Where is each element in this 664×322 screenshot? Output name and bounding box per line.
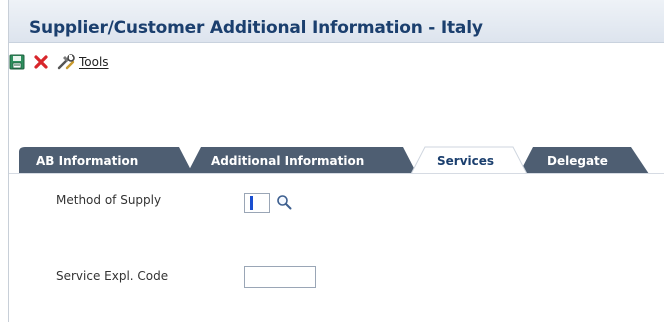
cancel-button[interactable] <box>33 54 49 70</box>
service-expl-code-input[interactable] <box>244 266 316 288</box>
method-of-supply-label: Method of Supply <box>56 193 162 207</box>
tab-strip: AB Information Additional Information Se… <box>19 146 659 174</box>
service-expl-code-label: Service Expl. Code <box>56 269 169 283</box>
page-title: Supplier/Customer Additional Information… <box>29 18 483 38</box>
tab-delegate-label: Delegate <box>547 154 608 168</box>
tab-ab-information-label: AB Information <box>36 154 139 168</box>
method-of-supply-input[interactable] <box>244 193 270 213</box>
tab-services-label: Services <box>437 154 495 168</box>
tools-icon <box>57 54 75 70</box>
red-x-cancel-icon <box>34 55 48 69</box>
toolbar: Tools <box>9 48 649 76</box>
tools-button[interactable]: Tools <box>57 54 109 70</box>
search-icon <box>277 195 292 210</box>
method-of-supply-search-button[interactable] <box>276 194 292 214</box>
save-button[interactable] <box>9 54 25 70</box>
tab-additional-information-label: Additional Information <box>211 154 365 168</box>
text-caret <box>250 196 253 210</box>
tools-label: Tools <box>79 55 109 69</box>
tab-panel-divider <box>9 173 664 174</box>
title-bar: Supplier/Customer Additional Information… <box>9 0 664 43</box>
floppy-save-icon <box>9 54 25 70</box>
